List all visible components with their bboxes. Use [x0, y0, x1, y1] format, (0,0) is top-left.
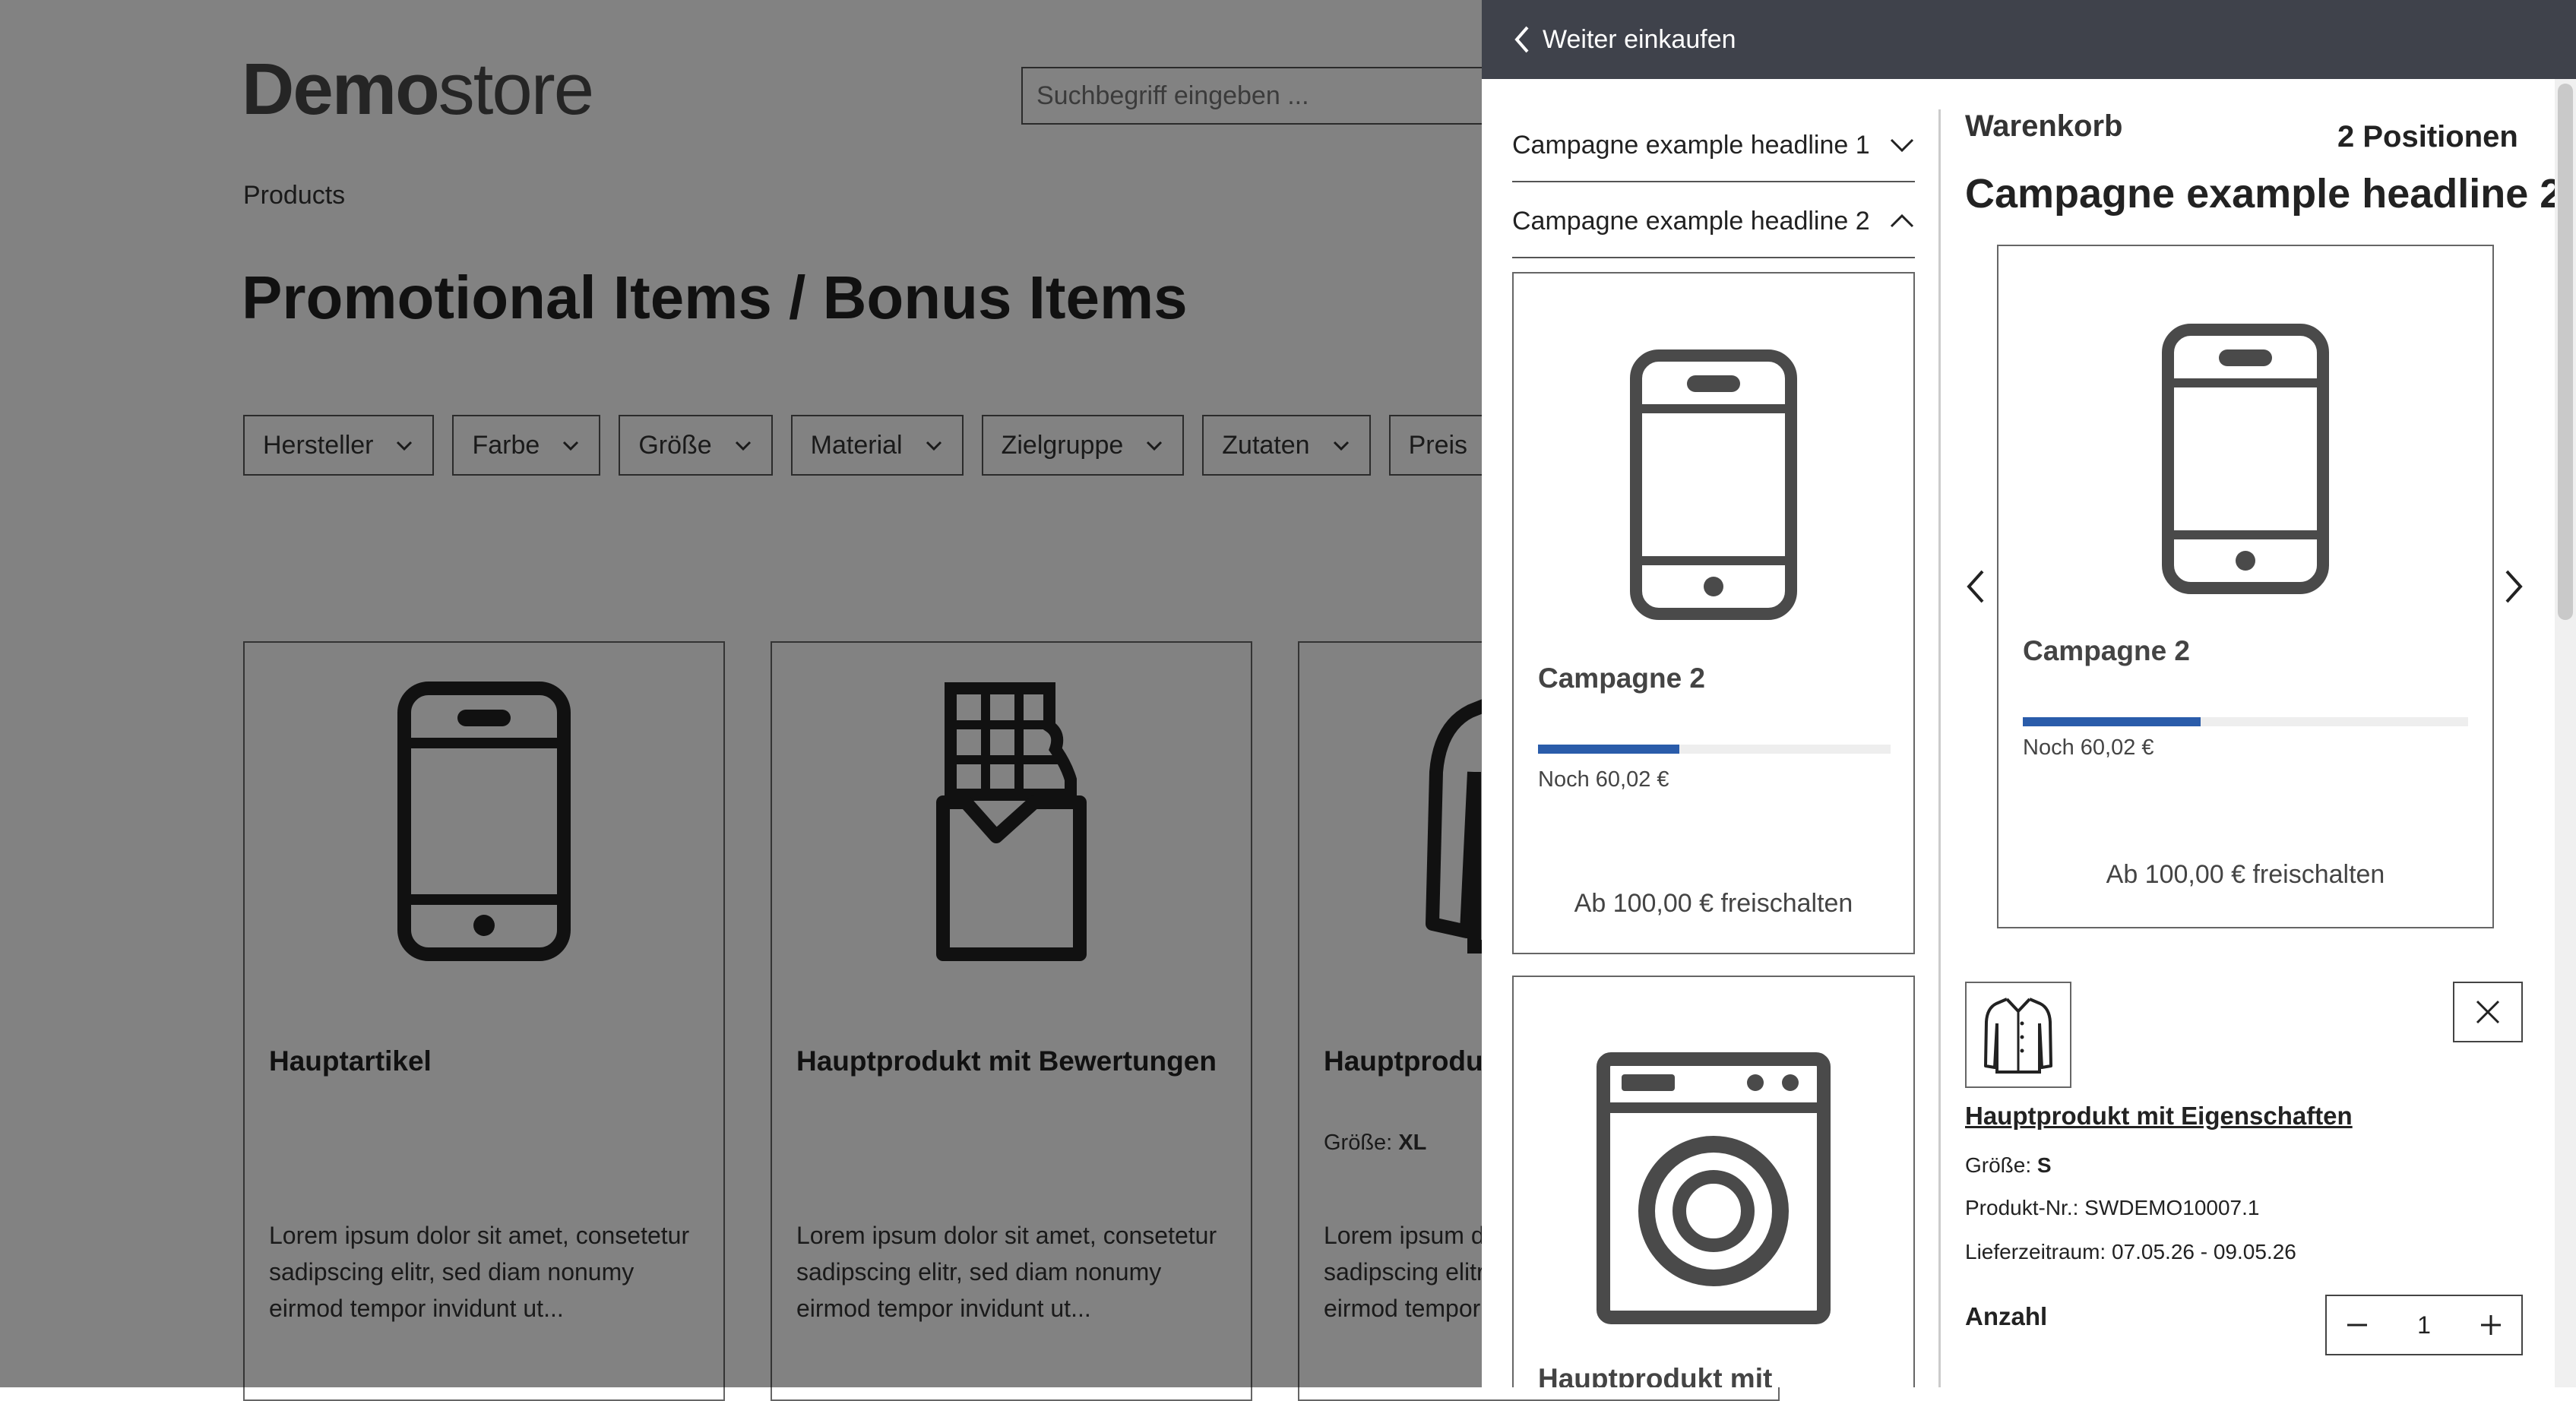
jacket-icon [1984, 998, 2052, 1074]
cart-offcanvas: Weiter einkaufen Campagne example headli… [1482, 0, 2576, 1387]
quantity-stepper [2325, 1295, 2523, 1355]
chevron-up-icon [1890, 213, 1914, 228]
cart-campaign-headline: Campagne example headline 2 [1965, 171, 2563, 217]
campaign-progress-fill [2023, 717, 2201, 726]
campaign-name: Campagne 2 [1538, 663, 1706, 694]
campaign-product-card[interactable]: Hauptprodukt mit [1512, 976, 1915, 1387]
column-divider [1938, 109, 1941, 1387]
cart-campaign-card[interactable]: Campagne 2 Noch 60,02 € Ab 100,00 € frei… [1997, 245, 2494, 928]
campaign-image [1998, 322, 2492, 596]
quantity-label: Anzahl [1965, 1302, 2048, 1330]
campaign-accordion-item-2[interactable]: Campagne example headline 2 [1512, 185, 1915, 258]
campaign-accordion-item-1[interactable]: Campagne example headline 1 [1512, 109, 1915, 182]
chevron-down-icon [1890, 138, 1914, 153]
washing-machine-icon [1597, 1052, 1831, 1324]
close-icon [2476, 1000, 2500, 1024]
continue-shopping-button[interactable]: Weiter einkaufen [1514, 24, 1736, 55]
campaign-unlock-text: Ab 100,00 € freischalten [2106, 860, 2385, 889]
chevron-left-icon [1967, 570, 1984, 603]
campaign-card[interactable]: Campagne 2 Noch 60,02 € Ab 100,00 € frei… [1512, 272, 1915, 954]
minus-icon [2347, 1324, 2367, 1327]
quantity-input[interactable] [2392, 1310, 2456, 1340]
cart-item-size: Größe: S [1965, 1153, 2052, 1177]
plus-icon [2481, 1315, 2501, 1335]
smartphone-icon [2162, 324, 2329, 594]
cart-item-delivery-time: Lieferzeitraum: 07.05.26 - 09.05.26 [1965, 1240, 2296, 1263]
slider-next-button[interactable] [2498, 564, 2529, 609]
chevron-right-icon [2505, 570, 2523, 603]
slider-prev-button[interactable] [1960, 564, 1991, 609]
cart-item-product-number: Produkt-Nr.: SWDEMO10007.1 [1965, 1196, 2260, 1219]
cart-position-count: 2 Positionen [2337, 120, 2518, 153]
offcanvas-header: Weiter einkaufen [1482, 0, 2576, 79]
campaign-unlock-text: Ab 100,00 € freischalten [1574, 889, 1853, 918]
offcanvas-scrollbar-thumb[interactable] [2558, 84, 2573, 620]
campaign-remaining: Noch 60,02 € [1538, 767, 1669, 792]
cart-item-name-link[interactable]: Hauptprodukt mit Eigenschaften [1965, 1102, 2353, 1131]
campaign-progress-bar [1538, 745, 1891, 754]
smartphone-icon [1630, 349, 1797, 620]
quantity-decrease-button[interactable] [2327, 1296, 2388, 1354]
quantity-increase-button[interactable] [2460, 1296, 2521, 1354]
product-image [1514, 1052, 1913, 1325]
campaign-product-name: Hauptprodukt mit [1538, 1363, 1773, 1387]
campaign-progress-bar [2023, 717, 2468, 726]
campaign-image [1514, 348, 1913, 621]
campaign-name: Campagne 2 [2023, 635, 2191, 666]
chevron-left-icon [1514, 26, 1529, 53]
cart-title: Warenkorb [1965, 109, 2123, 143]
remove-item-button[interactable] [2453, 982, 2523, 1042]
backdrop-overlay[interactable] [0, 0, 1482, 1387]
campaign-remaining: Noch 60,02 € [2023, 735, 2154, 760]
cart-item-image[interactable] [1965, 982, 2071, 1088]
campaign-progress-fill [1538, 745, 1679, 754]
